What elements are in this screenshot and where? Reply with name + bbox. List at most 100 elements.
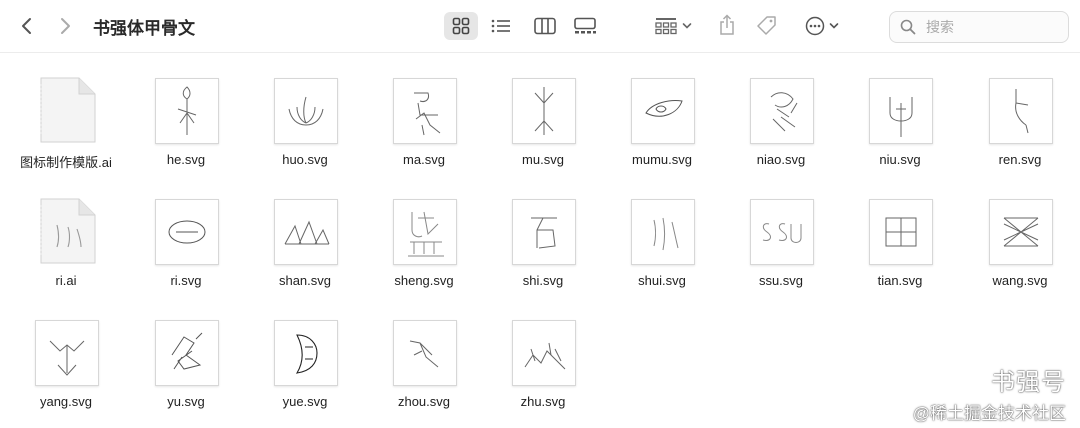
icon-view-button[interactable]	[444, 12, 478, 40]
svg-thumbnail	[631, 78, 695, 144]
tag-icon	[757, 16, 776, 35]
file-name: zhu.svg	[520, 394, 566, 409]
search-field[interactable]	[889, 11, 1069, 43]
glyph-preview-icon	[524, 342, 566, 370]
svg-thumbnail	[35, 320, 99, 386]
svg-thumbnail	[750, 199, 814, 265]
chevron-down-icon	[829, 23, 839, 29]
glyph-preview-icon	[284, 220, 330, 245]
gallery-view-icon	[574, 17, 596, 34]
file-name: ri.svg	[170, 273, 202, 288]
svg-thumbnail	[274, 320, 338, 386]
group-button[interactable]	[650, 12, 696, 40]
svg-thumbnail	[869, 78, 933, 144]
file-name: shan.svg	[278, 273, 332, 288]
ai-document-icon	[40, 77, 96, 143]
svg-thumbnail	[155, 78, 219, 144]
file-name: wang.svg	[992, 273, 1048, 288]
file-item[interactable]: zhu.svg	[483, 300, 603, 410]
file-item[interactable]: shan.svg	[245, 179, 365, 289]
column-view-icon	[534, 17, 556, 35]
back-button[interactable]	[14, 12, 40, 40]
grid-view-icon	[452, 17, 470, 35]
svg-thumbnail	[512, 199, 576, 265]
file-item[interactable]: mumu.svg	[602, 58, 722, 168]
svg-thumbnail	[869, 199, 933, 265]
file-name: ma.svg	[403, 152, 445, 167]
glyph-preview-icon	[408, 211, 444, 257]
file-name: sheng.svg	[394, 273, 454, 288]
column-view-button[interactable]	[530, 12, 560, 40]
file-name: niao.svg	[756, 152, 806, 167]
file-item[interactable]: ren.svg	[960, 58, 1080, 168]
glyph-preview-icon	[409, 340, 439, 368]
svg-thumbnail	[750, 78, 814, 144]
file-item[interactable]: yue.svg	[245, 300, 365, 410]
list-view-button[interactable]	[486, 12, 516, 40]
file-name: tian.svg	[877, 273, 923, 288]
svg-thumbnail	[989, 78, 1053, 144]
file-name: ren.svg	[998, 152, 1042, 167]
more-icon	[805, 16, 825, 36]
file-name: zhou.svg	[397, 394, 451, 409]
svg-thumbnail	[155, 320, 219, 386]
wechat-logo-icon	[955, 368, 983, 390]
file-name: he.svg	[166, 152, 206, 167]
file-name: yue.svg	[282, 394, 328, 409]
file-item[interactable]: shi.svg	[483, 179, 603, 289]
file-item[interactable]: niao.svg	[721, 58, 841, 168]
glyph-preview-icon	[889, 97, 913, 137]
file-item[interactable]: sheng.svg	[364, 179, 484, 289]
glyph-preview-icon	[885, 217, 917, 247]
search-icon	[900, 19, 916, 35]
list-view-icon	[491, 19, 510, 33]
file-name: yang.svg	[39, 394, 93, 409]
glyph-preview-icon	[1003, 217, 1039, 247]
file-item[interactable]: niu.svg	[840, 58, 960, 168]
watermark: 书强号 @稀土掘金技术社区	[913, 362, 1066, 424]
watermark-title: 书强号	[991, 369, 1066, 396]
ai-document-icon	[40, 198, 96, 264]
svg-thumbnail	[512, 320, 576, 386]
svg-thumbnail	[631, 199, 695, 265]
svg-thumbnail	[155, 199, 219, 265]
share-icon	[720, 14, 734, 35]
glyph-preview-icon	[171, 332, 203, 370]
glyph-preview-icon	[762, 223, 802, 243]
forward-button[interactable]	[52, 12, 78, 40]
file-item[interactable]: ri.ai	[6, 179, 126, 289]
file-item[interactable]: wang.svg	[960, 179, 1080, 289]
more-actions-button[interactable]	[800, 11, 844, 41]
gallery-view-button[interactable]	[570, 12, 600, 40]
glyph-preview-icon	[531, 217, 557, 249]
file-name: mumu.svg	[632, 152, 692, 167]
glyph-preview-icon	[770, 92, 798, 132]
file-item[interactable]: ssu.svg	[721, 179, 841, 289]
file-item[interactable]: he.svg	[126, 58, 246, 168]
file-item[interactable]: yu.svg	[126, 300, 246, 410]
file-item[interactable]: shui.svg	[602, 179, 722, 289]
file-name: mu.svg	[522, 152, 564, 167]
file-item[interactable]: ri.svg	[126, 179, 246, 289]
file-name: ssu.svg	[758, 273, 804, 288]
file-item[interactable]: tian.svg	[840, 179, 960, 289]
search-input[interactable]	[924, 18, 1058, 36]
share-button[interactable]	[712, 10, 742, 40]
svg-thumbnail	[393, 199, 457, 265]
file-item[interactable]: yang.svg	[6, 300, 126, 410]
file-item[interactable]: zhou.svg	[364, 300, 484, 410]
file-name: 图标制作模版.ai	[20, 155, 112, 170]
chevron-right-icon	[61, 18, 70, 34]
file-item[interactable]: mu.svg	[483, 58, 603, 168]
watermark-subtitle: @稀土掘金技术社区	[912, 404, 1066, 423]
tag-button[interactable]	[752, 11, 782, 41]
file-item[interactable]: ma.svg	[364, 58, 484, 168]
file-item[interactable]: 图标制作模版.ai	[6, 58, 126, 170]
svg-thumbnail	[989, 199, 1053, 265]
glyph-preview-icon	[1015, 89, 1029, 134]
glyph-preview-icon	[288, 96, 324, 126]
file-name: ri.ai	[55, 273, 77, 288]
file-name: yu.svg	[167, 394, 205, 409]
file-item[interactable]: huo.svg	[245, 58, 365, 168]
glyph-preview-icon	[177, 86, 197, 135]
